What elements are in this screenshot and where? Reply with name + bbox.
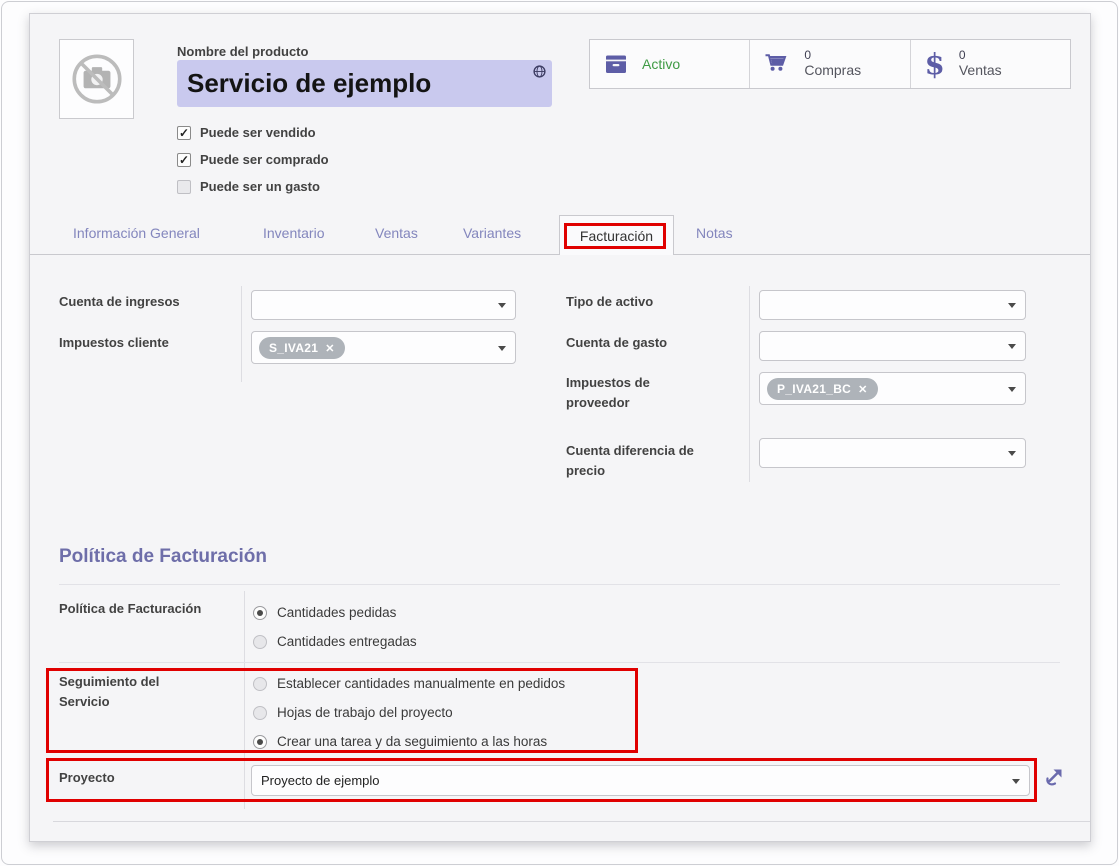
checkbox-checked-icon[interactable]: ✓	[177, 126, 191, 140]
option-can-be-purchased[interactable]: ✓ Puede ser comprado	[177, 150, 329, 170]
chevron-down-icon	[498, 346, 506, 351]
sales-count: 0	[959, 49, 1002, 62]
product-name-label: Nombre del producto	[177, 42, 308, 62]
income-account-select[interactable]	[251, 290, 516, 320]
option-can-be-sold[interactable]: ✓ Puede ser vendido	[177, 123, 316, 143]
price-difference-account-select[interactable]	[759, 438, 1026, 468]
checkbox-checked-icon[interactable]: ✓	[177, 153, 191, 167]
tab-ventas[interactable]: Ventas	[375, 225, 418, 241]
tab-notas[interactable]: Notas	[696, 225, 733, 241]
row-separator	[59, 584, 1060, 585]
purchases-count: 0	[804, 49, 861, 62]
income-account-label: Cuenta de ingresos	[59, 292, 180, 312]
tax-tag: P_IVA21_BC ✕	[767, 378, 878, 400]
row-separator	[59, 662, 1060, 663]
expense-account-label: Cuenta de gasto	[566, 333, 667, 353]
price-difference-account-label: Cuenta diferencia de precio	[566, 441, 736, 481]
tab-informacion-general[interactable]: Información General	[73, 225, 200, 241]
section-title-invoicing-policy: Política de Facturación	[59, 546, 267, 568]
annotation-box-facturacion-tab	[564, 223, 666, 249]
product-name-value: Servicio de ejemplo	[187, 68, 431, 98]
radio-label: Cantidades entregadas	[277, 634, 417, 649]
remove-tag-icon[interactable]: ✕	[325, 342, 335, 355]
tab-inventario[interactable]: Inventario	[263, 225, 324, 241]
option-label: Puede ser vendido	[200, 123, 316, 143]
radio-ordered-quantities[interactable]: Cantidades pedidas	[253, 605, 396, 620]
radio-selected-icon[interactable]	[253, 606, 267, 620]
active-stat-button[interactable]: Activo	[590, 40, 749, 88]
product-image-placeholder[interactable]	[59, 39, 134, 119]
translate-globe-icon[interactable]	[533, 65, 546, 78]
row-separator	[53, 821, 1090, 822]
purchases-stat-label: Compras	[804, 62, 861, 79]
asset-type-select[interactable]	[759, 290, 1026, 320]
product-form-sheet: Nombre del producto Servicio de ejemplo …	[29, 13, 1091, 842]
radio-unselected-icon[interactable]	[253, 635, 267, 649]
sales-stat-label: Ventas	[959, 62, 1002, 79]
customer-taxes-label: Impuestos cliente	[59, 333, 169, 353]
stat-button-group: Activo 0 Compras $ 0 Ventas	[589, 39, 1071, 89]
radio-delivered-quantities[interactable]: Cantidades entregadas	[253, 634, 417, 649]
tax-tag-label: S_IVA21	[269, 341, 318, 355]
chevron-down-icon	[1008, 387, 1016, 392]
chevron-down-icon	[1008, 451, 1016, 456]
chevron-down-icon	[1008, 344, 1016, 349]
tax-tag-label: P_IVA21_BC	[777, 382, 851, 396]
shopping-cart-icon	[764, 52, 790, 76]
product-name-input[interactable]: Servicio de ejemplo	[177, 60, 552, 107]
active-stat-label: Activo	[642, 56, 680, 73]
customer-taxes-select[interactable]: S_IVA21 ✕	[251, 331, 516, 364]
vendor-taxes-select[interactable]: P_IVA21_BC ✕	[759, 372, 1026, 405]
tax-tag: S_IVA21 ✕	[259, 337, 345, 359]
tab-variantes[interactable]: Variantes	[463, 225, 521, 241]
annotation-box-project	[46, 758, 1037, 802]
purchases-stat-button[interactable]: 0 Compras	[749, 40, 909, 88]
left-group-divider	[241, 286, 242, 382]
vendor-taxes-label: Impuestos de proveedor	[566, 373, 691, 413]
option-label: Puede ser comprado	[200, 150, 329, 170]
option-label: Puede ser un gasto	[200, 177, 320, 197]
archive-box-icon	[604, 52, 628, 76]
option-can-be-expensed[interactable]: Puede ser un gasto	[177, 177, 320, 197]
invoicing-policy-label: Política de Facturación	[59, 599, 209, 619]
sales-stat-button[interactable]: $ 0 Ventas	[910, 40, 1070, 88]
checkbox-unchecked-icon[interactable]	[177, 180, 191, 194]
asset-type-label: Tipo de activo	[566, 292, 653, 312]
remove-tag-icon[interactable]: ✕	[858, 383, 868, 396]
chevron-down-icon	[1008, 303, 1016, 308]
chevron-down-icon	[498, 303, 506, 308]
dollar-icon: $	[925, 49, 945, 79]
radio-label: Cantidades pedidas	[277, 605, 396, 620]
annotation-box-service-tracking	[46, 668, 638, 753]
open-record-external-link-icon[interactable]	[1042, 767, 1064, 789]
right-group-divider	[749, 286, 750, 482]
no-camera-icon	[66, 48, 128, 110]
expense-account-select[interactable]	[759, 331, 1026, 361]
